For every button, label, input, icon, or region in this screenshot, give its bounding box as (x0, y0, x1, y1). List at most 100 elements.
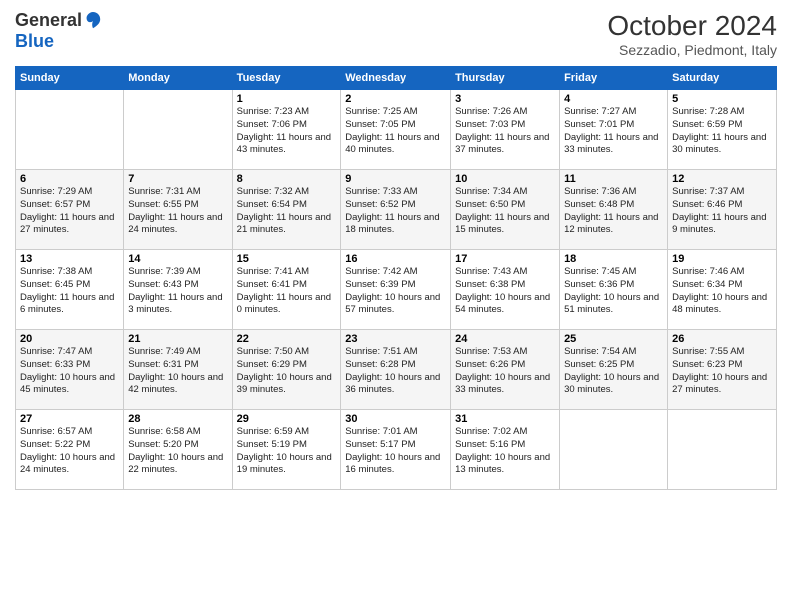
day-sunrise: Sunrise: 7:23 AM (237, 106, 309, 117)
day-daylight: Daylight: 10 hours and 45 minutes. (20, 372, 115, 396)
day-sunset: Sunset: 6:55 PM (128, 199, 198, 210)
table-row (560, 410, 668, 490)
day-number: 1 (237, 93, 337, 105)
day-number: 11 (564, 173, 663, 185)
table-row (16, 90, 124, 170)
day-number: 13 (20, 253, 119, 265)
day-sunrise: Sunrise: 6:58 AM (128, 426, 200, 437)
day-sunrise: Sunrise: 7:49 AM (128, 346, 200, 357)
day-daylight: Daylight: 11 hours and 24 minutes. (128, 212, 222, 236)
header-wednesday: Wednesday (341, 67, 451, 90)
table-row: 13 Sunrise: 7:38 AM Sunset: 6:45 PM Dayl… (16, 250, 124, 330)
day-sunrise: Sunrise: 7:38 AM (20, 266, 92, 277)
day-sunrise: Sunrise: 6:59 AM (237, 426, 309, 437)
day-sunrise: Sunrise: 7:54 AM (564, 346, 636, 357)
calendar-title: October 2024 (607, 10, 777, 42)
day-daylight: Daylight: 10 hours and 22 minutes. (128, 452, 223, 476)
day-number: 7 (128, 173, 227, 185)
day-daylight: Daylight: 11 hours and 15 minutes. (455, 212, 549, 236)
header-friday: Friday (560, 67, 668, 90)
day-number: 9 (345, 173, 446, 185)
header-tuesday: Tuesday (232, 67, 341, 90)
day-sunrise: Sunrise: 7:53 AM (455, 346, 527, 357)
day-number: 24 (455, 333, 555, 345)
logo-blue: Blue (15, 32, 102, 52)
logo-general: General (15, 11, 82, 31)
table-row: 2 Sunrise: 7:25 AM Sunset: 7:05 PM Dayli… (341, 90, 451, 170)
table-row: 5 Sunrise: 7:28 AM Sunset: 6:59 PM Dayli… (668, 90, 777, 170)
header: General Blue October 2024 Sezzadio, Pied… (15, 10, 777, 58)
day-sunset: Sunset: 6:23 PM (672, 359, 742, 370)
day-daylight: Daylight: 10 hours and 42 minutes. (128, 372, 223, 396)
day-daylight: Daylight: 11 hours and 12 minutes. (564, 212, 658, 236)
table-row: 26 Sunrise: 7:55 AM Sunset: 6:23 PM Dayl… (668, 330, 777, 410)
day-daylight: Daylight: 11 hours and 0 minutes. (237, 292, 331, 316)
table-row: 8 Sunrise: 7:32 AM Sunset: 6:54 PM Dayli… (232, 170, 341, 250)
day-sunset: Sunset: 6:50 PM (455, 199, 525, 210)
day-sunset: Sunset: 6:57 PM (20, 199, 90, 210)
calendar-week-1: 1 Sunrise: 7:23 AM Sunset: 7:06 PM Dayli… (16, 90, 777, 170)
day-sunrise: Sunrise: 7:36 AM (564, 186, 636, 197)
day-number: 27 (20, 413, 119, 425)
day-sunset: Sunset: 7:01 PM (564, 119, 634, 130)
table-row: 20 Sunrise: 7:47 AM Sunset: 6:33 PM Dayl… (16, 330, 124, 410)
calendar-table: Sunday Monday Tuesday Wednesday Thursday… (15, 66, 777, 490)
day-sunset: Sunset: 6:52 PM (345, 199, 415, 210)
day-sunset: Sunset: 6:26 PM (455, 359, 525, 370)
day-sunset: Sunset: 7:05 PM (345, 119, 415, 130)
day-daylight: Daylight: 11 hours and 33 minutes. (564, 132, 658, 156)
calendar-week-5: 27 Sunrise: 6:57 AM Sunset: 5:22 PM Dayl… (16, 410, 777, 490)
day-sunrise: Sunrise: 7:28 AM (672, 106, 744, 117)
day-sunset: Sunset: 5:16 PM (455, 439, 525, 450)
day-sunset: Sunset: 6:29 PM (237, 359, 307, 370)
calendar-header-row: Sunday Monday Tuesday Wednesday Thursday… (16, 67, 777, 90)
day-number: 16 (345, 253, 446, 265)
day-daylight: Daylight: 11 hours and 9 minutes. (672, 212, 766, 236)
day-daylight: Daylight: 11 hours and 6 minutes. (20, 292, 114, 316)
table-row: 31 Sunrise: 7:02 AM Sunset: 5:16 PM Dayl… (451, 410, 560, 490)
day-daylight: Daylight: 11 hours and 3 minutes. (128, 292, 222, 316)
day-sunrise: Sunrise: 7:34 AM (455, 186, 527, 197)
day-sunset: Sunset: 6:34 PM (672, 279, 742, 290)
day-sunset: Sunset: 7:06 PM (237, 119, 307, 130)
day-daylight: Daylight: 11 hours and 43 minutes. (237, 132, 331, 156)
day-sunset: Sunset: 6:54 PM (237, 199, 307, 210)
day-sunset: Sunset: 6:59 PM (672, 119, 742, 130)
day-daylight: Daylight: 11 hours and 37 minutes. (455, 132, 549, 156)
table-row: 23 Sunrise: 7:51 AM Sunset: 6:28 PM Dayl… (341, 330, 451, 410)
day-daylight: Daylight: 10 hours and 19 minutes. (237, 452, 332, 476)
day-sunset: Sunset: 5:19 PM (237, 439, 307, 450)
day-number: 28 (128, 413, 227, 425)
calendar-subtitle: Sezzadio, Piedmont, Italy (607, 42, 777, 58)
calendar-week-4: 20 Sunrise: 7:47 AM Sunset: 6:33 PM Dayl… (16, 330, 777, 410)
day-sunrise: Sunrise: 7:37 AM (672, 186, 744, 197)
table-row: 30 Sunrise: 7:01 AM Sunset: 5:17 PM Dayl… (341, 410, 451, 490)
day-sunrise: Sunrise: 7:01 AM (345, 426, 417, 437)
day-sunset: Sunset: 6:31 PM (128, 359, 198, 370)
day-sunrise: Sunrise: 7:47 AM (20, 346, 92, 357)
table-row: 28 Sunrise: 6:58 AM Sunset: 5:20 PM Dayl… (124, 410, 232, 490)
day-sunrise: Sunrise: 7:43 AM (455, 266, 527, 277)
day-sunrise: Sunrise: 7:25 AM (345, 106, 417, 117)
day-daylight: Daylight: 10 hours and 48 minutes. (672, 292, 767, 316)
table-row: 21 Sunrise: 7:49 AM Sunset: 6:31 PM Dayl… (124, 330, 232, 410)
table-row: 16 Sunrise: 7:42 AM Sunset: 6:39 PM Dayl… (341, 250, 451, 330)
day-number: 18 (564, 253, 663, 265)
page: General Blue October 2024 Sezzadio, Pied… (0, 0, 792, 612)
day-number: 8 (237, 173, 337, 185)
table-row: 17 Sunrise: 7:43 AM Sunset: 6:38 PM Dayl… (451, 250, 560, 330)
table-row: 18 Sunrise: 7:45 AM Sunset: 6:36 PM Dayl… (560, 250, 668, 330)
calendar-week-3: 13 Sunrise: 7:38 AM Sunset: 6:45 PM Dayl… (16, 250, 777, 330)
table-row: 24 Sunrise: 7:53 AM Sunset: 6:26 PM Dayl… (451, 330, 560, 410)
day-number: 6 (20, 173, 119, 185)
day-number: 4 (564, 93, 663, 105)
day-sunset: Sunset: 6:45 PM (20, 279, 90, 290)
header-monday: Monday (124, 67, 232, 90)
day-number: 5 (672, 93, 772, 105)
day-number: 23 (345, 333, 446, 345)
day-sunrise: Sunrise: 7:02 AM (455, 426, 527, 437)
day-sunrise: Sunrise: 7:26 AM (455, 106, 527, 117)
day-sunset: Sunset: 6:46 PM (672, 199, 742, 210)
day-number: 25 (564, 333, 663, 345)
header-saturday: Saturday (668, 67, 777, 90)
